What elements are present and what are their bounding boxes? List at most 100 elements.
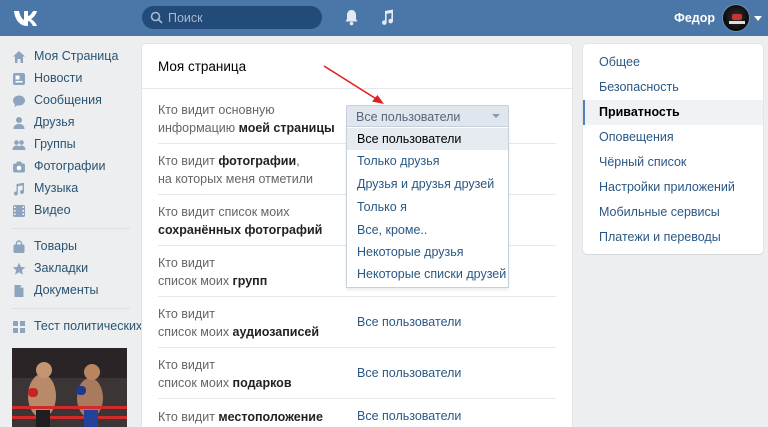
question-text: список моих [158,376,233,390]
option-all-users[interactable]: Все пользователи [347,128,508,150]
option-friends-only[interactable]: Только друзья [347,150,508,172]
search-input[interactable] [168,9,316,26]
home-icon [13,51,25,63]
question-text: информацию [158,121,239,135]
sidebar-item-music[interactable]: Музыка [0,178,138,200]
document-icon [14,285,24,297]
sidebar-item-documents[interactable]: Документы [0,280,138,302]
option-label: Все пользователи [357,132,462,146]
sidebar-item-app[interactable]: Тест политических [0,316,142,338]
sidebar-item-label: Друзья [34,115,75,129]
sidebar-item-label: Товары [34,239,77,253]
vk-logo-icon[interactable] [12,7,42,29]
settings-nav-payments[interactable]: Платежи и переводы [583,225,763,250]
option-label: Все, кроме.. [357,223,428,237]
privacy-value-link[interactable]: Все пользователи [357,315,461,329]
sidebar-item-bookmarks[interactable]: Закладки [0,258,138,280]
nav-label: Приватность [599,105,680,119]
settings-nav-blacklist[interactable]: Чёрный список [583,150,763,175]
sidebar-item-groups[interactable]: Группы [0,134,138,156]
question-text: Кто видит [158,410,219,424]
bag-icon [13,240,25,253]
music-icon [13,182,25,196]
chevron-down-icon [492,114,500,118]
question-text: Кто видит список моих [158,205,290,219]
privacy-question: Кто видит список моих аудиозаписей [158,305,343,341]
sidebar-item-label: Моя Страница [34,49,119,63]
sidebar-item-goods[interactable]: Товары [0,236,138,258]
settings-nav-privacy[interactable]: Приватность [583,100,763,125]
news-icon [13,73,25,85]
camera-icon [13,161,25,173]
option-some-friends[interactable]: Некоторые друзья [347,241,508,263]
sidebar-item-photos[interactable]: Фотографии [0,156,138,178]
option-label: Друзья и друзья друзей [357,177,495,191]
nav-label: Общее [599,55,640,69]
sidebar-item-messages[interactable]: Сообщения [0,90,138,112]
sidebar-item-label: Новости [34,71,83,85]
question-text: список моих [158,325,233,339]
sidebar-item-video[interactable]: Видео [0,200,138,222]
option-friends-of-friends[interactable]: Друзья и друзья друзей [347,173,508,195]
nav-label: Мобильные сервисы [599,205,720,219]
sidebar-item-label: Закладки [34,261,89,275]
settings-nav-app-settings[interactable]: Настройки приложений [583,175,763,200]
settings-nav-mobile[interactable]: Мобильные сервисы [583,200,763,225]
annotation-arrow [323,65,384,104]
row-divider [158,398,556,399]
settings-nav-general[interactable]: Общее [583,50,763,75]
sidebar-item-label: Музыка [34,181,79,195]
privacy-question: Кто видит список моих групп [158,254,343,290]
settings-nav-security[interactable]: Безопасность [583,75,763,100]
privacy-value-link[interactable]: Все пользователи [357,409,461,423]
question-bold: фотографии [218,154,297,168]
option-label: Некоторые списки друзей [357,267,507,281]
privacy-question: Кто видит фотографии, на которых меня от… [158,152,343,188]
privacy-question: Кто видит местоположение [158,408,343,426]
promo-image[interactable] [12,348,127,427]
nav-label: Оповещения [599,130,674,144]
sidebar-item-label: Фотографии [34,159,106,173]
option-label: Только друзья [357,154,440,168]
nav-label: Безопасность [599,80,679,94]
avatar[interactable] [722,4,750,32]
user-name[interactable]: Федор [674,11,715,25]
question-bold: сохранённых фотографий [158,223,323,237]
question-bold: групп [232,274,268,288]
settings-nav-notifications[interactable]: Оповещения [583,125,763,150]
video-icon [13,205,25,217]
question-text: , [296,154,300,168]
search-icon [150,11,163,24]
question-text: список моих [158,274,233,288]
sidebar-item-news[interactable]: Новости [0,68,138,90]
sidebar-item-my-page[interactable]: Моя Страница [0,46,138,68]
sidebar-divider [12,228,130,229]
privacy-value-link[interactable]: Все пользователи [357,366,461,380]
sidebar-item-label: Тест политических [34,319,143,333]
music-note-icon[interactable] [380,9,395,26]
question-bold: моей страницы [238,121,335,135]
option-all-except[interactable]: Все, кроме.. [347,219,508,241]
option-label: Только я [357,200,407,214]
sidebar-item-label: Видео [34,203,71,217]
question-bold: местоположение [218,410,323,424]
chevron-down-icon[interactable] [754,16,762,21]
privacy-options-list: Все пользователи Только друзья Друзья и … [346,127,509,288]
option-some-friend-lists[interactable]: Некоторые списки друзей [347,263,508,285]
privacy-question: Кто видит список моих сохранённых фотогр… [158,203,343,239]
sidebar-item-label: Группы [34,137,76,151]
nav-label: Платежи и переводы [599,230,721,244]
sidebar-item-friends[interactable]: Друзья [0,112,138,134]
option-only-me[interactable]: Только я [347,196,508,218]
question-text: Кто видит [158,358,215,372]
question-text: Кто видит [158,256,215,270]
sidebar-item-label: Документы [34,283,99,297]
friends-icon [13,117,25,129]
search-box[interactable] [142,6,322,29]
star-icon [12,262,26,275]
nav-label: Настройки приложений [599,180,735,194]
bell-icon[interactable] [344,9,359,26]
question-text: Кто видит [158,154,219,168]
question-text: Кто видит основную [158,103,275,117]
privacy-question: Кто видит основную информацию моей стран… [158,101,343,137]
